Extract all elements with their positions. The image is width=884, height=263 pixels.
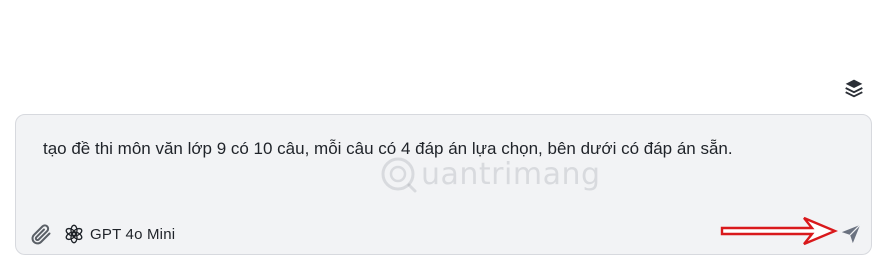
prompt-input[interactable]: tạo đề thi môn văn lớp 9 có 10 câu, mỗi … <box>43 138 843 160</box>
attach-button[interactable] <box>28 220 54 248</box>
layers-icon <box>845 79 863 98</box>
openai-logo-icon <box>65 224 83 244</box>
red-arrow-icon <box>720 216 838 246</box>
paperclip-icon <box>31 224 51 245</box>
model-name-label: GPT 4o Mini <box>90 225 176 243</box>
chat-page: tạo đề thi môn văn lớp 9 có 10 câu, mỗi … <box>0 0 884 263</box>
send-button[interactable] <box>838 221 864 247</box>
layers-button[interactable] <box>843 77 865 99</box>
send-icon <box>841 224 861 244</box>
model-selector[interactable]: GPT 4o Mini <box>64 221 175 247</box>
